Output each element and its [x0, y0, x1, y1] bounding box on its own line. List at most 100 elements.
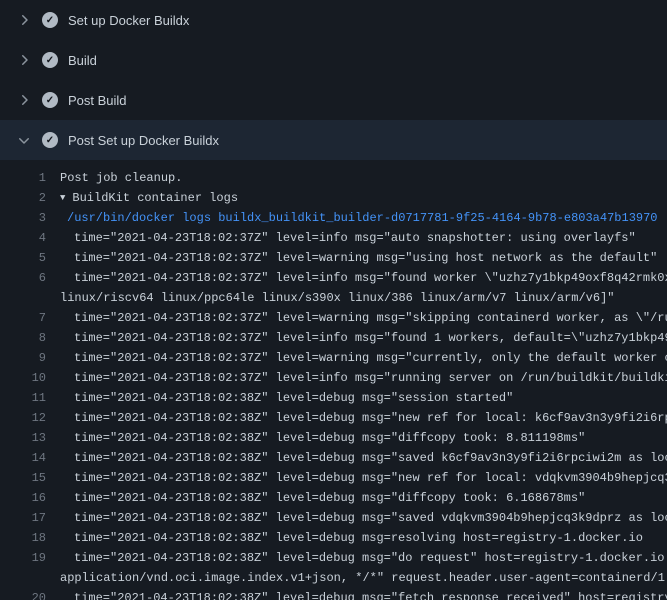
- step-section-post-build[interactable]: ✓ Post Build: [0, 80, 667, 120]
- check-circle-icon: ✓: [42, 12, 58, 28]
- log-line-text: ▼time="2021-04-23T18:02:38Z" level=debug…: [46, 468, 667, 488]
- line-number[interactable]: 3: [0, 208, 46, 228]
- line-number[interactable]: [0, 288, 46, 308]
- log-line: 20 ▼time="2021-04-23T18:02:38Z" level=de…: [0, 588, 667, 600]
- log-line: 12 ▼time="2021-04-23T18:02:38Z" level=de…: [0, 408, 667, 428]
- log-line-content: time="2021-04-23T18:02:38Z" level=debug …: [74, 591, 667, 600]
- step-section-set-up-docker-buildx[interactable]: ✓ Set up Docker Buildx: [0, 0, 667, 40]
- log-line: 4 ▼time="2021-04-23T18:02:37Z" level=inf…: [0, 228, 667, 248]
- group-triangle-icon[interactable]: ▼: [60, 193, 65, 203]
- log-line-content: linux/riscv64 linux/ppc64le linux/s390x …: [60, 291, 615, 305]
- log-line-content: BuildKit container logs: [72, 191, 238, 205]
- step-section-label: Post Build: [68, 93, 127, 108]
- chevron-right-icon: [16, 12, 32, 28]
- log-line-content: time="2021-04-23T18:02:38Z" level=debug …: [74, 391, 513, 405]
- log-group-toggle[interactable]: ▼ BuildKit container logs: [46, 188, 667, 208]
- log-line-content: time="2021-04-23T18:02:37Z" level=warnin…: [74, 351, 667, 365]
- chevron-right-icon: [16, 132, 32, 148]
- line-number[interactable]: 10: [0, 368, 46, 388]
- log-line-text: ▼Post job cleanup.: [46, 168, 667, 188]
- log-line-content: time="2021-04-23T18:02:37Z" level=info m…: [74, 371, 667, 385]
- log-line: ▼application/vnd.oci.image.index.v1+json…: [0, 568, 667, 588]
- line-number[interactable]: 19: [0, 548, 46, 568]
- line-number[interactable]: 15: [0, 468, 46, 488]
- log-line-text: ▼time="2021-04-23T18:02:37Z" level=info …: [46, 268, 667, 288]
- log-line: 7 ▼time="2021-04-23T18:02:37Z" level=war…: [0, 308, 667, 328]
- line-number[interactable]: 4: [0, 228, 46, 248]
- step-section-label: Post Set up Docker Buildx: [68, 133, 219, 148]
- log-line-text: ▼time="2021-04-23T18:02:38Z" level=debug…: [46, 488, 667, 508]
- line-number[interactable]: 9: [0, 348, 46, 368]
- log-line-text: ▼time="2021-04-23T18:02:37Z" level=warni…: [46, 348, 667, 368]
- line-number[interactable]: 20: [0, 588, 46, 600]
- line-number[interactable]: 18: [0, 528, 46, 548]
- line-number[interactable]: 5: [0, 248, 46, 268]
- line-number[interactable]: 1: [0, 168, 46, 188]
- log-line-text: ▼time="2021-04-23T18:02:37Z" level=info …: [46, 368, 667, 388]
- log-line-content: time="2021-04-23T18:02:37Z" level=warnin…: [74, 311, 667, 325]
- log-line-text: ▼time="2021-04-23T18:02:37Z" level=warni…: [46, 248, 667, 268]
- log-line-content: time="2021-04-23T18:02:38Z" level=debug …: [74, 531, 643, 545]
- step-section-label: Set up Docker Buildx: [68, 13, 189, 28]
- log-line-text: ▼time="2021-04-23T18:02:38Z" level=debug…: [46, 428, 667, 448]
- line-number[interactable]: [0, 568, 46, 588]
- step-section-post-set-up-docker-buildx[interactable]: ✓ Post Set up Docker Buildx: [0, 120, 667, 160]
- log-line: 10 ▼time="2021-04-23T18:02:37Z" level=in…: [0, 368, 667, 388]
- log-line-text: ▼time="2021-04-23T18:02:38Z" level=debug…: [46, 548, 667, 568]
- log-line-content: time="2021-04-23T18:02:37Z" level=info m…: [74, 271, 667, 285]
- line-number[interactable]: 2: [0, 188, 46, 208]
- log-line-text: ▼application/vnd.oci.image.index.v1+json…: [46, 568, 667, 588]
- log-line-content: time="2021-04-23T18:02:38Z" level=debug …: [74, 471, 667, 485]
- log-line-content: time="2021-04-23T18:02:37Z" level=warnin…: [74, 251, 657, 265]
- workflow-log-viewer: ✓ Set up Docker Buildx ✓ Build ✓ Post Bu…: [0, 0, 667, 600]
- line-number[interactable]: 14: [0, 448, 46, 468]
- log-line-text: ▼time="2021-04-23T18:02:38Z" level=debug…: [46, 508, 667, 528]
- log-line-text: ▼time="2021-04-23T18:02:38Z" level=debug…: [46, 408, 667, 428]
- log-line-content: time="2021-04-23T18:02:38Z" level=debug …: [74, 431, 585, 445]
- log-line-text: ▼time="2021-04-23T18:02:38Z" level=debug…: [46, 588, 667, 600]
- log-line: 5 ▼time="2021-04-23T18:02:37Z" level=war…: [0, 248, 667, 268]
- step-section-build[interactable]: ✓ Build: [0, 40, 667, 80]
- log-line-text: ▼/usr/bin/docker logs buildx_buildkit_bu…: [46, 208, 667, 228]
- log-line-text: ▼linux/riscv64 linux/ppc64le linux/s390x…: [46, 288, 667, 308]
- log-line-text: ▼time="2021-04-23T18:02:38Z" level=debug…: [46, 448, 667, 468]
- line-number[interactable]: 13: [0, 428, 46, 448]
- line-number[interactable]: 12: [0, 408, 46, 428]
- log-line: 16 ▼time="2021-04-23T18:02:38Z" level=de…: [0, 488, 667, 508]
- log-line: 8 ▼time="2021-04-23T18:02:37Z" level=inf…: [0, 328, 667, 348]
- log-line: 9 ▼time="2021-04-23T18:02:37Z" level=war…: [0, 348, 667, 368]
- log-line: ▼linux/riscv64 linux/ppc64le linux/s390x…: [0, 288, 667, 308]
- log-line: 14 ▼time="2021-04-23T18:02:38Z" level=de…: [0, 448, 667, 468]
- log-line-content: time="2021-04-23T18:02:38Z" level=debug …: [74, 451, 667, 465]
- chevron-right-icon: [16, 92, 32, 108]
- line-number[interactable]: 7: [0, 308, 46, 328]
- check-circle-icon: ✓: [42, 132, 58, 148]
- log-line-content: time="2021-04-23T18:02:37Z" level=info m…: [74, 331, 667, 345]
- log-line-content: time="2021-04-23T18:02:37Z" level=info m…: [74, 231, 636, 245]
- step-sections: ✓ Set up Docker Buildx ✓ Build ✓ Post Bu…: [0, 0, 667, 160]
- log-line: 1 ▼Post job cleanup.: [0, 168, 667, 188]
- log-line: 13 ▼time="2021-04-23T18:02:38Z" level=de…: [0, 428, 667, 448]
- line-number[interactable]: 11: [0, 388, 46, 408]
- log-line: 18 ▼time="2021-04-23T18:02:38Z" level=de…: [0, 528, 667, 548]
- log-line: 3 ▼/usr/bin/docker logs buildx_buildkit_…: [0, 208, 667, 228]
- check-circle-icon: ✓: [42, 52, 58, 68]
- log-line: 11 ▼time="2021-04-23T18:02:38Z" level=de…: [0, 388, 667, 408]
- log-line-content: application/vnd.oci.image.index.v1+json,…: [60, 571, 667, 585]
- log-line-content: Post job cleanup.: [60, 171, 182, 185]
- log-line: 2 ▼ BuildKit container logs: [0, 188, 667, 208]
- log-lines: 1 ▼Post job cleanup. 2 ▼ BuildKit contain…: [0, 160, 667, 600]
- line-number[interactable]: 17: [0, 508, 46, 528]
- log-line-text: ▼time="2021-04-23T18:02:38Z" level=debug…: [46, 528, 667, 548]
- log-line-content: time="2021-04-23T18:02:38Z" level=debug …: [74, 411, 667, 425]
- log-line-content: time="2021-04-23T18:02:38Z" level=debug …: [74, 551, 667, 565]
- line-number[interactable]: 8: [0, 328, 46, 348]
- log-line-content: /usr/bin/docker logs buildx_buildkit_bui…: [67, 211, 658, 225]
- line-number[interactable]: 6: [0, 268, 46, 288]
- log-line: 17 ▼time="2021-04-23T18:02:38Z" level=de…: [0, 508, 667, 528]
- check-circle-icon: ✓: [42, 92, 58, 108]
- chevron-right-icon: [16, 52, 32, 68]
- line-number[interactable]: 16: [0, 488, 46, 508]
- log-line-text: ▼time="2021-04-23T18:02:38Z" level=debug…: [46, 388, 667, 408]
- log-line: 15 ▼time="2021-04-23T18:02:38Z" level=de…: [0, 468, 667, 488]
